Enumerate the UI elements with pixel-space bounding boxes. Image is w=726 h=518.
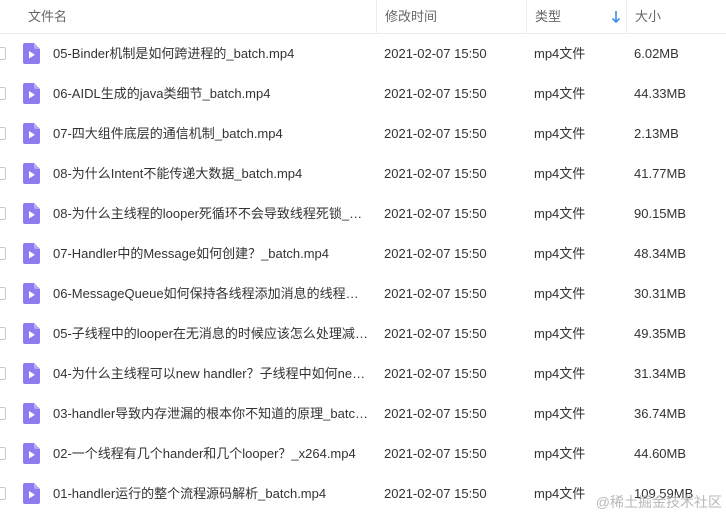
file-row[interactable]: 06-MessageQueue如何保持各线程添加消息的线程安全... 2021-0…: [0, 274, 726, 314]
file-size: 6.02MB: [634, 46, 679, 61]
file-name[interactable]: 05-Binder机制是如何跨进程的_batch.mp4: [53, 34, 369, 74]
file-size: 41.77MB: [634, 166, 687, 181]
column-header-type[interactable]: 类型: [526, 0, 626, 33]
file-name[interactable]: 01-handler运行的整个流程源码解析_batch.mp4: [53, 474, 369, 514]
file-row[interactable]: 05-Binder机制是如何跨进程的_batch.mp4 2021-02-07 1…: [0, 34, 726, 74]
file-size: 44.33MB: [634, 86, 687, 101]
arrow-down-icon[interactable]: [610, 10, 622, 24]
file-name[interactable]: 07-Handler中的Message如何创建？_batch.mp4: [53, 234, 369, 274]
file-modified-time: 2021-02-07 15:50: [384, 166, 487, 181]
file-modified-time: 2021-02-07 15:50: [384, 406, 487, 421]
file-size: 44.60MB: [634, 446, 687, 461]
file-list-page: 文件名 修改时间 类型 大小 05-Binder机制是如何跨进程的_batch.…: [0, 0, 726, 518]
file-type: mp4文件: [534, 46, 586, 61]
video-file-icon: [23, 283, 40, 304]
column-header-name[interactable]: 文件名: [0, 0, 376, 33]
file-size: 31.34MB: [634, 366, 687, 381]
row-checkbox[interactable]: [0, 247, 6, 260]
file-modified-time: 2021-02-07 15:50: [384, 206, 487, 221]
row-checkbox[interactable]: [0, 127, 6, 140]
file-type: mp4文件: [534, 406, 586, 421]
video-file-icon: [23, 123, 40, 144]
row-checkbox[interactable]: [0, 487, 6, 500]
file-type: mp4文件: [534, 366, 586, 381]
file-modified-time: 2021-02-07 15:50: [384, 486, 487, 501]
file-type: mp4文件: [534, 126, 586, 141]
file-modified-time: 2021-02-07 15:50: [384, 86, 487, 101]
file-type: mp4文件: [534, 86, 586, 101]
file-size: 90.15MB: [634, 206, 687, 221]
file-name[interactable]: 03-handler导致内存泄漏的根本你不知道的原理_batch...: [53, 394, 369, 434]
file-row[interactable]: 02-一个线程有几个hander和几个looper？_x264.mp4 2021-…: [0, 434, 726, 474]
video-file-icon: [23, 43, 40, 64]
file-name[interactable]: 08-为什么Intent不能传递大数据_batch.mp4: [53, 154, 369, 194]
file-name[interactable]: 05-子线程中的looper在无消息的时候应该怎么处理减少...: [53, 314, 369, 354]
column-header-size[interactable]: 大小: [626, 0, 726, 33]
row-checkbox[interactable]: [0, 167, 6, 180]
file-name[interactable]: 07-四大组件底层的通信机制_batch.mp4: [53, 114, 369, 154]
row-checkbox[interactable]: [0, 87, 6, 100]
file-name[interactable]: 06-AIDL生成的java类细节_batch.mp4: [53, 74, 369, 114]
file-modified-time: 2021-02-07 15:50: [384, 286, 487, 301]
file-row[interactable]: 06-AIDL生成的java类细节_batch.mp4 2021-02-07 15…: [0, 74, 726, 114]
file-modified-time: 2021-02-07 15:50: [384, 126, 487, 141]
row-checkbox[interactable]: [0, 327, 6, 340]
file-row[interactable]: 08-为什么主线程的looper死循环不会导致线程死锁_bat... 2021-0…: [0, 194, 726, 234]
file-row[interactable]: 08-为什么Intent不能传递大数据_batch.mp4 2021-02-07 …: [0, 154, 726, 194]
file-type: mp4文件: [534, 206, 586, 221]
file-size: 30.31MB: [634, 286, 687, 301]
column-header-modified-label: 修改时间: [385, 9, 438, 24]
file-list-header: 文件名 修改时间 类型 大小: [0, 0, 726, 34]
file-size: 48.34MB: [634, 246, 687, 261]
file-size: 49.35MB: [634, 326, 687, 341]
file-modified-time: 2021-02-07 15:50: [384, 246, 487, 261]
file-type: mp4文件: [534, 246, 586, 261]
file-list-body: 05-Binder机制是如何跨进程的_batch.mp4 2021-02-07 1…: [0, 34, 726, 514]
column-header-modified[interactable]: 修改时间: [376, 0, 526, 33]
video-file-icon: [23, 443, 40, 464]
file-name[interactable]: 04-为什么主线程可以new handler？子线程中如何new ...: [53, 354, 369, 394]
file-modified-time: 2021-02-07 15:50: [384, 446, 487, 461]
file-row[interactable]: 07-四大组件底层的通信机制_batch.mp4 2021-02-07 15:50…: [0, 114, 726, 154]
file-modified-time: 2021-02-07 15:50: [384, 46, 487, 61]
row-checkbox[interactable]: [0, 367, 6, 380]
file-row[interactable]: 05-子线程中的looper在无消息的时候应该怎么处理减少... 2021-02-…: [0, 314, 726, 354]
column-header-size-label: 大小: [635, 9, 662, 24]
file-size: 2.13MB: [634, 126, 679, 141]
file-row[interactable]: 04-为什么主线程可以new handler？子线程中如何new ... 2021…: [0, 354, 726, 394]
row-checkbox[interactable]: [0, 207, 6, 220]
video-file-icon: [23, 163, 40, 184]
watermark: @稀土掘金技术社区: [595, 494, 722, 510]
row-checkbox[interactable]: [0, 447, 6, 460]
video-file-icon: [23, 203, 40, 224]
video-file-icon: [23, 483, 40, 504]
file-name[interactable]: 08-为什么主线程的looper死循环不会导致线程死锁_bat...: [53, 194, 369, 234]
column-header-type-label: 类型: [535, 9, 562, 24]
file-type: mp4文件: [534, 446, 586, 461]
row-checkbox[interactable]: [0, 287, 6, 300]
row-checkbox[interactable]: [0, 407, 6, 420]
file-type: mp4文件: [534, 326, 586, 341]
file-type: mp4文件: [534, 286, 586, 301]
file-size: 36.74MB: [634, 406, 687, 421]
file-type: mp4文件: [534, 166, 586, 181]
file-row[interactable]: 07-Handler中的Message如何创建？_batch.mp4 2021-0…: [0, 234, 726, 274]
video-file-icon: [23, 323, 40, 344]
file-modified-time: 2021-02-07 15:50: [384, 326, 487, 341]
video-file-icon: [23, 83, 40, 104]
row-checkbox[interactable]: [0, 47, 6, 60]
video-file-icon: [23, 243, 40, 264]
video-file-icon: [23, 403, 40, 424]
file-name[interactable]: 06-MessageQueue如何保持各线程添加消息的线程安全...: [53, 274, 369, 314]
file-row[interactable]: 03-handler导致内存泄漏的根本你不知道的原理_batch... 2021-…: [0, 394, 726, 434]
column-header-name-label: 文件名: [28, 9, 68, 24]
file-modified-time: 2021-02-07 15:50: [384, 366, 487, 381]
video-file-icon: [23, 363, 40, 384]
file-name[interactable]: 02-一个线程有几个hander和几个looper？_x264.mp4: [53, 434, 369, 474]
